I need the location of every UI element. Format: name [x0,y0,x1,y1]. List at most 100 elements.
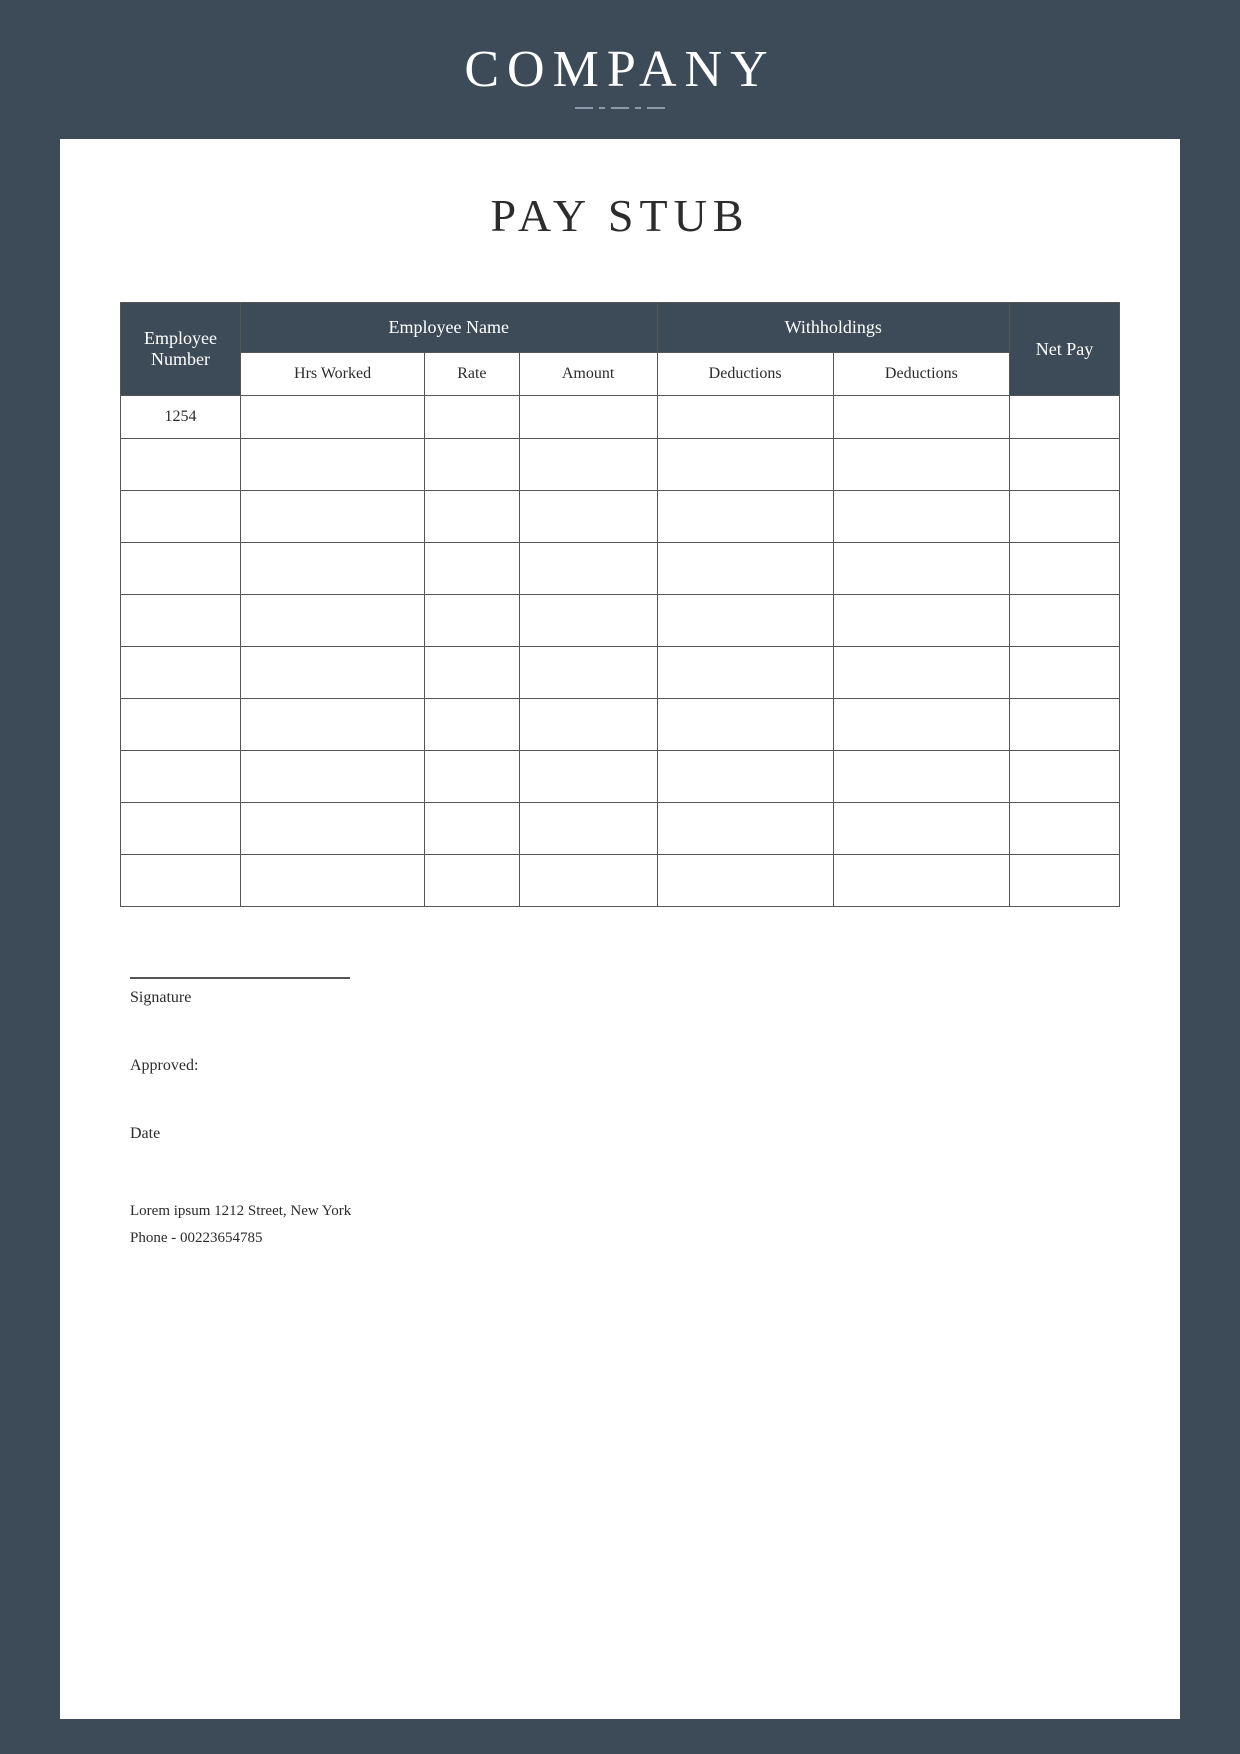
data-cell-1 [241,751,425,803]
col-employee-name: Employee Name [241,303,658,353]
pay-stub-table: EmployeeNumber Employee Name Withholding… [120,302,1120,907]
deductions2-val [833,396,1009,439]
data-cell-6 [1010,647,1120,699]
table-row [121,803,1120,855]
data-cell-4 [657,491,833,543]
address-section: Lorem ipsum 1212 Street, New York Phone … [120,1203,1120,1247]
data-cell-6 [1010,491,1120,543]
data-cell-0 [121,699,241,751]
table-row [121,699,1120,751]
header-decorative [575,107,665,109]
data-cell-5 [833,803,1009,855]
data-cell-2 [425,751,519,803]
data-cell-6 [1010,751,1120,803]
dec-line-1 [575,107,593,109]
data-cell-5 [833,543,1009,595]
data-cell-5 [833,751,1009,803]
data-cell-1 [241,543,425,595]
data-cell-3 [519,595,657,647]
data-cell-6 [1010,803,1120,855]
pay-stub-title: PAY STUB [120,189,1120,242]
data-cell-4 [657,543,833,595]
data-cell-4 [657,647,833,699]
white-card: PAY STUB EmployeeNumber Employee Name Wi… [60,139,1180,1719]
amount2-val [1010,396,1120,439]
data-cell-5 [833,595,1009,647]
data-cell-3 [519,751,657,803]
table-header-row-2: Hrs Worked Rate Amount Deductions Deduct… [121,353,1120,396]
data-cell-1 [241,647,425,699]
signature-label: Signature [130,989,191,1006]
data-cell-4 [657,751,833,803]
date-label: Date [130,1125,160,1142]
approved-section: Approved: [120,1057,1120,1075]
data-cell-0 [121,803,241,855]
data-cell-2 [425,491,519,543]
data-cell-5 [833,491,1009,543]
data-cell-2 [425,595,519,647]
data-cell-1 [241,855,425,907]
subheader-deductions1: Deductions [657,353,833,396]
table-row [121,595,1120,647]
phone-line: Phone - 00223654785 [130,1230,1120,1247]
data-cell-3 [519,543,657,595]
subheader-hrs-worked: Hrs Worked [241,353,425,396]
data-cell-6 [1010,699,1120,751]
data-cell-2 [425,803,519,855]
data-cell-1 [241,439,425,491]
data-cell-6 [1010,543,1120,595]
data-cell-0 [121,751,241,803]
data-cell-5 [833,647,1009,699]
data-cell-6 [1010,439,1120,491]
data-cell-6 [1010,595,1120,647]
table-row [121,491,1120,543]
rate-val [425,396,519,439]
date-section: Date [120,1125,1120,1143]
subheader-amount1: Amount [519,353,657,396]
data-cell-0 [121,855,241,907]
amount1-val [519,396,657,439]
deductions1-val [657,396,833,439]
data-cell-1 [241,595,425,647]
data-cell-2 [425,543,519,595]
signature-line [130,977,350,979]
data-cell-1 [241,699,425,751]
dec-line-5 [647,107,665,109]
dec-line-4 [635,107,641,109]
col-withholdings: Withholdings [657,303,1010,353]
data-cell-2 [425,855,519,907]
data-cell-4 [657,439,833,491]
table-row [121,543,1120,595]
table-row [121,751,1120,803]
data-cell-3 [519,699,657,751]
data-cell-3 [519,855,657,907]
hrs-worked-val [241,396,425,439]
data-cell-3 [519,647,657,699]
data-cell-4 [657,699,833,751]
data-cell-3 [519,491,657,543]
table-row [121,855,1120,907]
data-cell-0 [121,439,241,491]
dec-line-2 [599,107,605,109]
data-cell-0 [121,647,241,699]
header-section: COMPANY [0,0,1240,139]
dec-line-3 [611,107,629,109]
data-cell-0 [121,595,241,647]
data-cell-2 [425,699,519,751]
data-cell-2 [425,647,519,699]
data-cell-5 [833,699,1009,751]
data-cell-0 [121,543,241,595]
data-cell-0 [121,491,241,543]
data-cell-4 [657,855,833,907]
col-employee-number: EmployeeNumber [121,303,241,396]
col-net-pay: Net Pay [1010,303,1120,396]
signature-section: Signature [120,977,1120,1007]
data-cell-5 [833,439,1009,491]
table-body [121,439,1120,907]
approved-label: Approved: [130,1057,198,1074]
subheader-rate: Rate [425,353,519,396]
company-title: COMPANY [464,40,775,99]
data-cell-6 [1010,855,1120,907]
table-row [121,647,1120,699]
table-header-row-1: EmployeeNumber Employee Name Withholding… [121,303,1120,353]
